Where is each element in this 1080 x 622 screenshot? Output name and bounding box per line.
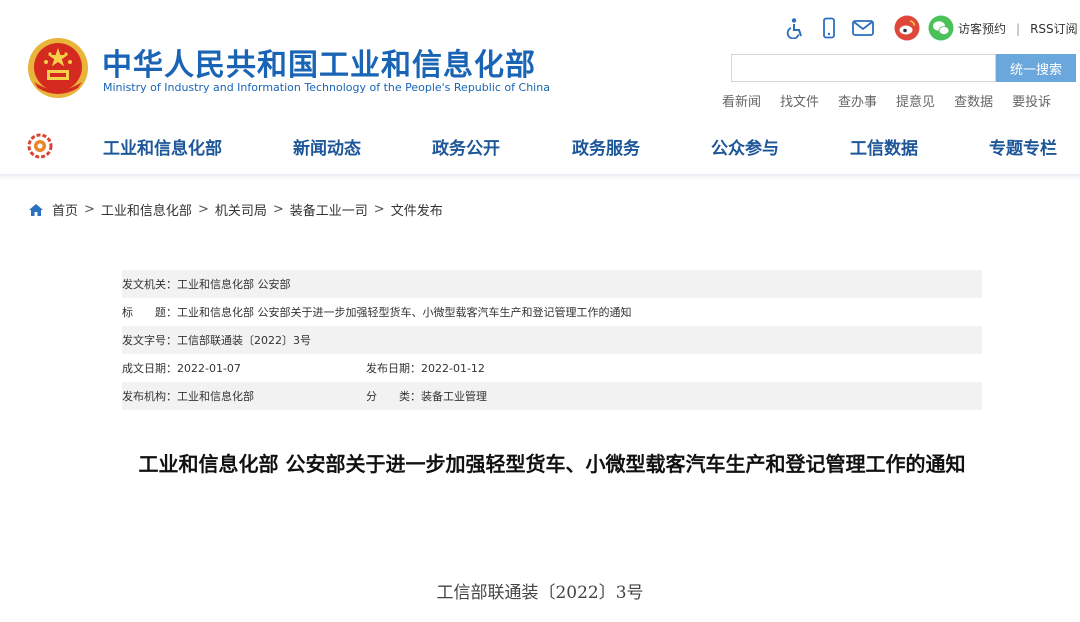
quick-link-documents[interactable]: 找文件 [780,91,819,110]
miit-logo-icon[interactable] [26,132,54,160]
doc-number-value: 工信部联通装〔2022〕3号 [177,334,311,347]
wechat-icon[interactable] [928,15,954,41]
nav-item-data[interactable]: 工信数据 [850,134,918,159]
title-value: 工业和信息化部 公安部关于进一步加强轻型货车、小微型载客汽车生产和登记管理工作的… [177,306,632,319]
nav-item-news[interactable]: 新闻动态 [293,134,361,159]
created-date-label: 成文日期： [122,362,177,375]
published-date-value: 2022-01-12 [421,361,485,375]
breadcrumb-separator: > [197,202,209,217]
nav-item-participation[interactable]: 公众参与 [711,134,779,159]
search-button[interactable]: 统一搜索 [996,54,1076,82]
main-nav: 工业和信息化部 新闻动态 政务公开 政务服务 公众参与 工信数据 专题专栏 [0,118,1080,174]
top-links: 访客预约 | RSS订阅 [958,20,1078,37]
rss-link[interactable]: RSS订阅 [1030,22,1078,36]
info-row-title: 标 题： 工业和信息化部 公安部关于进一步加强轻型货车、小微型载客汽车生产和登记管… [122,298,982,326]
mail-icon[interactable] [850,15,876,41]
visitor-appointment-link[interactable]: 访客预约 [958,22,1006,36]
weibo-icon[interactable] [894,15,920,41]
divider: | [1016,22,1021,36]
title-label: 标 题： [122,306,177,319]
breadcrumb: 首页 > 工业和信息化部 > 机关司局 > 装备工业一司 > 文件发布 [28,200,443,219]
issuer-label: 发文机关： [122,278,177,291]
breadcrumb-ministry[interactable]: 工业和信息化部 [101,200,192,219]
breadcrumb-departments[interactable]: 机关司局 [215,200,267,219]
nav-item-topics[interactable]: 专题专栏 [989,134,1057,159]
info-row-doc-number: 发文字号： 工信部联通装〔2022〕3号 [122,326,982,354]
nav-item-government-affairs[interactable]: 政务公开 [432,134,500,159]
quick-link-news[interactable]: 看新闻 [722,91,761,110]
breadcrumb-separator: > [373,202,385,217]
published-date-label: 发布日期： [366,362,421,375]
issuer-value: 工业和信息化部 公安部 [177,278,291,291]
org-label: 发布机构： [122,390,177,403]
quick-link-data[interactable]: 查数据 [954,91,993,110]
site-subtitle: Ministry of Industry and Information Tec… [103,81,550,94]
breadcrumb-separator: > [84,202,95,217]
accessibility-icon[interactable] [782,15,808,41]
info-row-dates: 成文日期： 2022-01-07 发布日期： 2022-01-12 [122,354,982,382]
created-date-value: 2022-01-07 [177,361,241,375]
mobile-icon[interactable] [816,15,842,41]
breadcrumb-home[interactable]: 首页 [52,200,78,219]
quick-link-complaint[interactable]: 要投诉 [1012,91,1051,110]
nav-item-ministry[interactable]: 工业和信息化部 [103,134,222,159]
site-title[interactable]: 中华人民共和国工业和信息化部 [102,40,536,84]
doc-number-label: 发文字号： [122,334,177,347]
search-input[interactable] [731,54,996,82]
info-row-issuer: 发文机关： 工业和信息化部 公安部 [122,270,982,298]
nav-item-services[interactable]: 政务服务 [572,134,640,159]
article-title: 工业和信息化部 公安部关于进一步加强轻型货车、小微型载客汽车生产和登记管理工作的… [138,452,966,476]
home-icon[interactable] [28,203,44,217]
breadcrumb-equipment-dept[interactable]: 装备工业一司 [290,200,368,219]
national-emblem-icon[interactable] [26,36,90,100]
breadcrumb-documents[interactable]: 文件发布 [391,200,443,219]
article-doc-number: 工信部联通装〔2022〕3号 [436,583,644,603]
top-icon-bar [782,14,962,42]
breadcrumb-separator: > [272,202,284,217]
quick-link-feedback[interactable]: 提意见 [896,91,935,110]
site-header: 中华人民共和国工业和信息化部 Ministry of Industry and … [0,0,1080,118]
quick-links: 看新闻 找文件 查办事 提意见 查数据 要投诉 [722,91,1070,110]
category-value: 装备工业管理 [421,390,487,403]
nav-divider [0,174,1080,180]
info-row-org-category: 发布机构： 工业和信息化部 分 类： 装备工业管理 [122,382,982,410]
document-info-table: 发文机关： 工业和信息化部 公安部 标 题： 工业和信息化部 公安部关于进一步加强轻… [122,270,982,410]
category-label: 分 类： [366,390,421,403]
quick-link-services[interactable]: 查办事 [838,91,877,110]
org-value: 工业和信息化部 [177,390,254,403]
